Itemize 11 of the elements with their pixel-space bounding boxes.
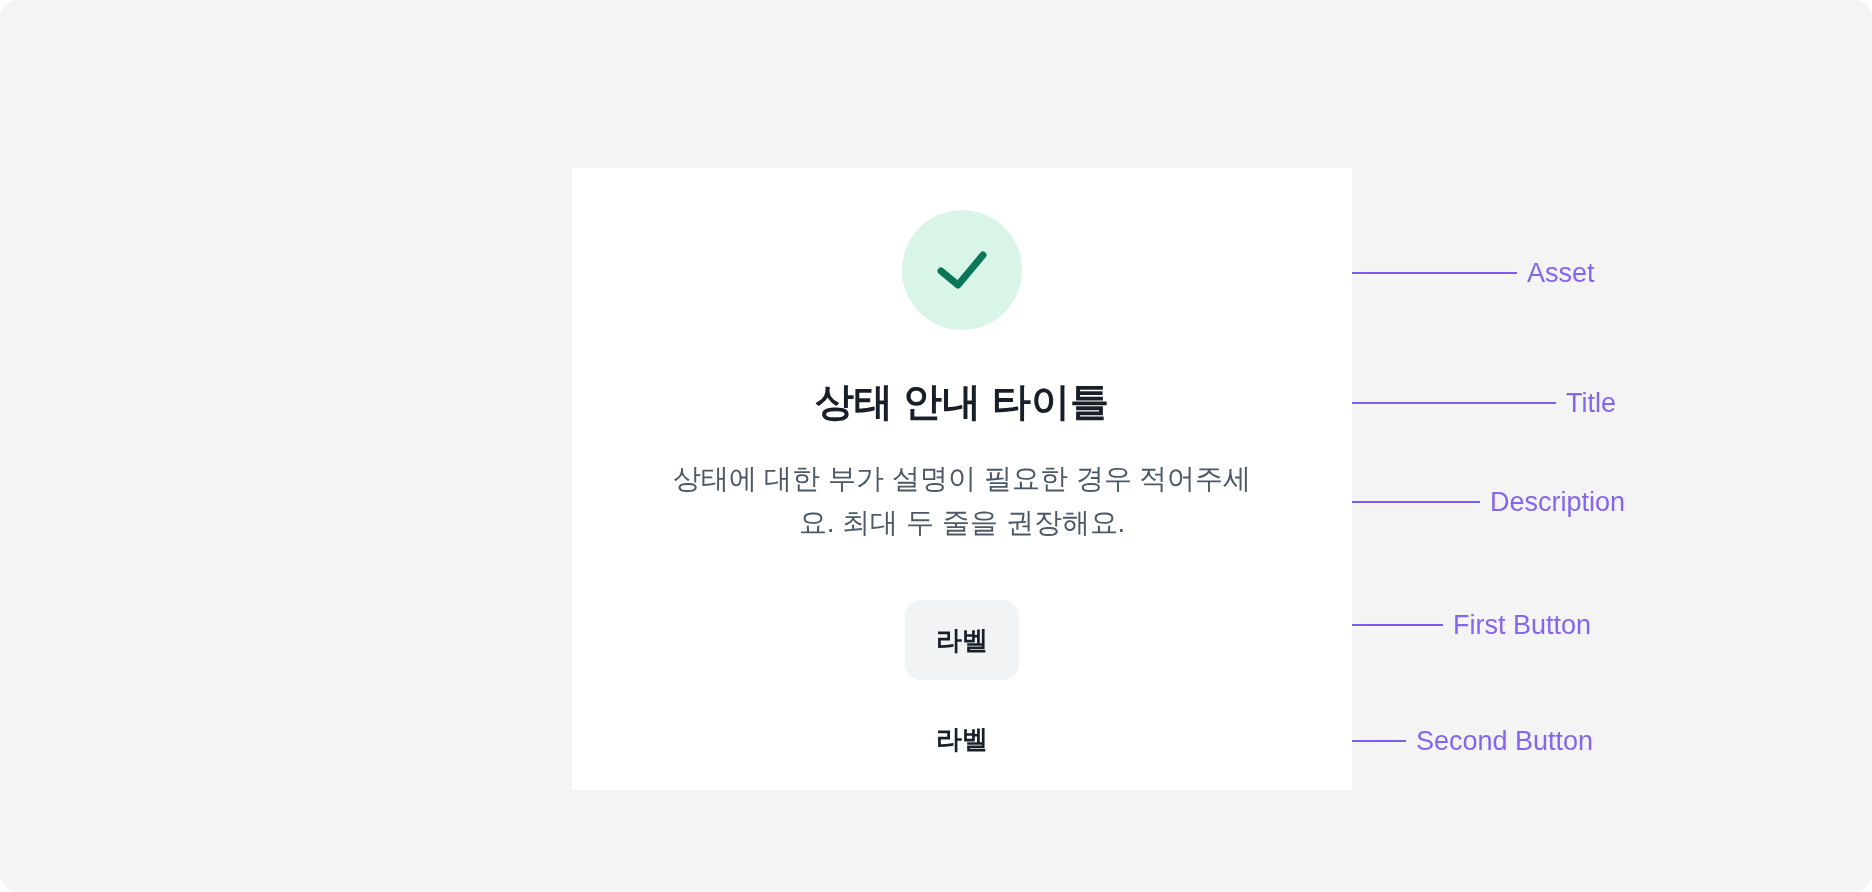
annotation-label: Second Button bbox=[1416, 725, 1594, 757]
annotation-label: Asset bbox=[1527, 257, 1595, 289]
check-circle-icon bbox=[902, 210, 1022, 330]
dialog-title: 상태 안내 타이틀 bbox=[814, 379, 1110, 425]
secondary-button[interactable]: 라벨 bbox=[905, 600, 1019, 680]
description-text: 상태에 대한 부가 설명이 필요한 경우 적어주세요. 최대 두 줄을 권장해요. bbox=[671, 462, 1253, 540]
annotation-label: First Button bbox=[1453, 609, 1592, 641]
text-button[interactable]: 라벨 bbox=[905, 699, 1019, 779]
annotation-label: Title bbox=[1566, 387, 1616, 419]
annotation-line bbox=[1352, 740, 1406, 742]
annotation-label: Description bbox=[1490, 486, 1626, 518]
